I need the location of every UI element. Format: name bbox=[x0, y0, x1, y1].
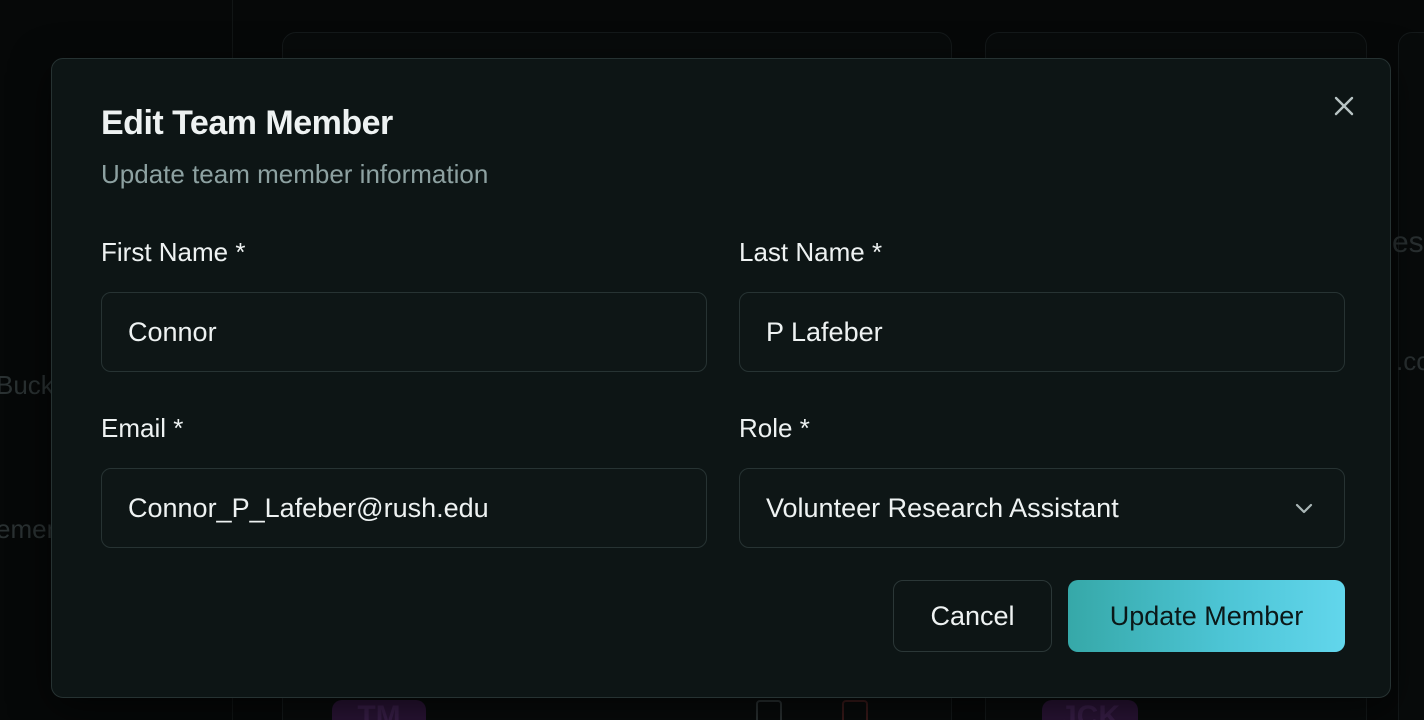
dialog-title: Edit Team Member bbox=[101, 104, 393, 142]
avatar-badge: JCK bbox=[1042, 700, 1138, 720]
email-field[interactable] bbox=[101, 468, 707, 548]
edit-icon bbox=[756, 700, 782, 720]
first-name-label: First Name * bbox=[101, 237, 246, 267]
update-member-button[interactable]: Update Member bbox=[1068, 580, 1345, 652]
background-text: .co bbox=[1396, 346, 1424, 376]
dialog-subtitle: Update team member information bbox=[101, 159, 489, 189]
close-button[interactable] bbox=[1329, 91, 1359, 121]
background-text: es bbox=[1392, 226, 1424, 259]
role-label: Role * bbox=[739, 413, 810, 443]
first-name-field[interactable] bbox=[101, 292, 707, 372]
role-selected-value: Volunteer Research Assistant bbox=[766, 492, 1119, 523]
last-name-field[interactable] bbox=[739, 292, 1345, 372]
chevron-down-icon bbox=[1295, 503, 1313, 514]
edit-team-member-dialog: Edit Team Member Update team member info… bbox=[51, 58, 1391, 698]
email-label: Email * bbox=[101, 413, 184, 443]
cancel-button[interactable]: Cancel bbox=[893, 580, 1052, 652]
role-select[interactable]: Volunteer Research Assistant bbox=[739, 468, 1345, 548]
last-name-label: Last Name * bbox=[739, 237, 883, 267]
background-text: Buck bbox=[0, 370, 54, 400]
trash-icon bbox=[842, 700, 868, 720]
close-icon bbox=[1334, 96, 1354, 116]
avatar-badge: TM bbox=[332, 700, 426, 720]
